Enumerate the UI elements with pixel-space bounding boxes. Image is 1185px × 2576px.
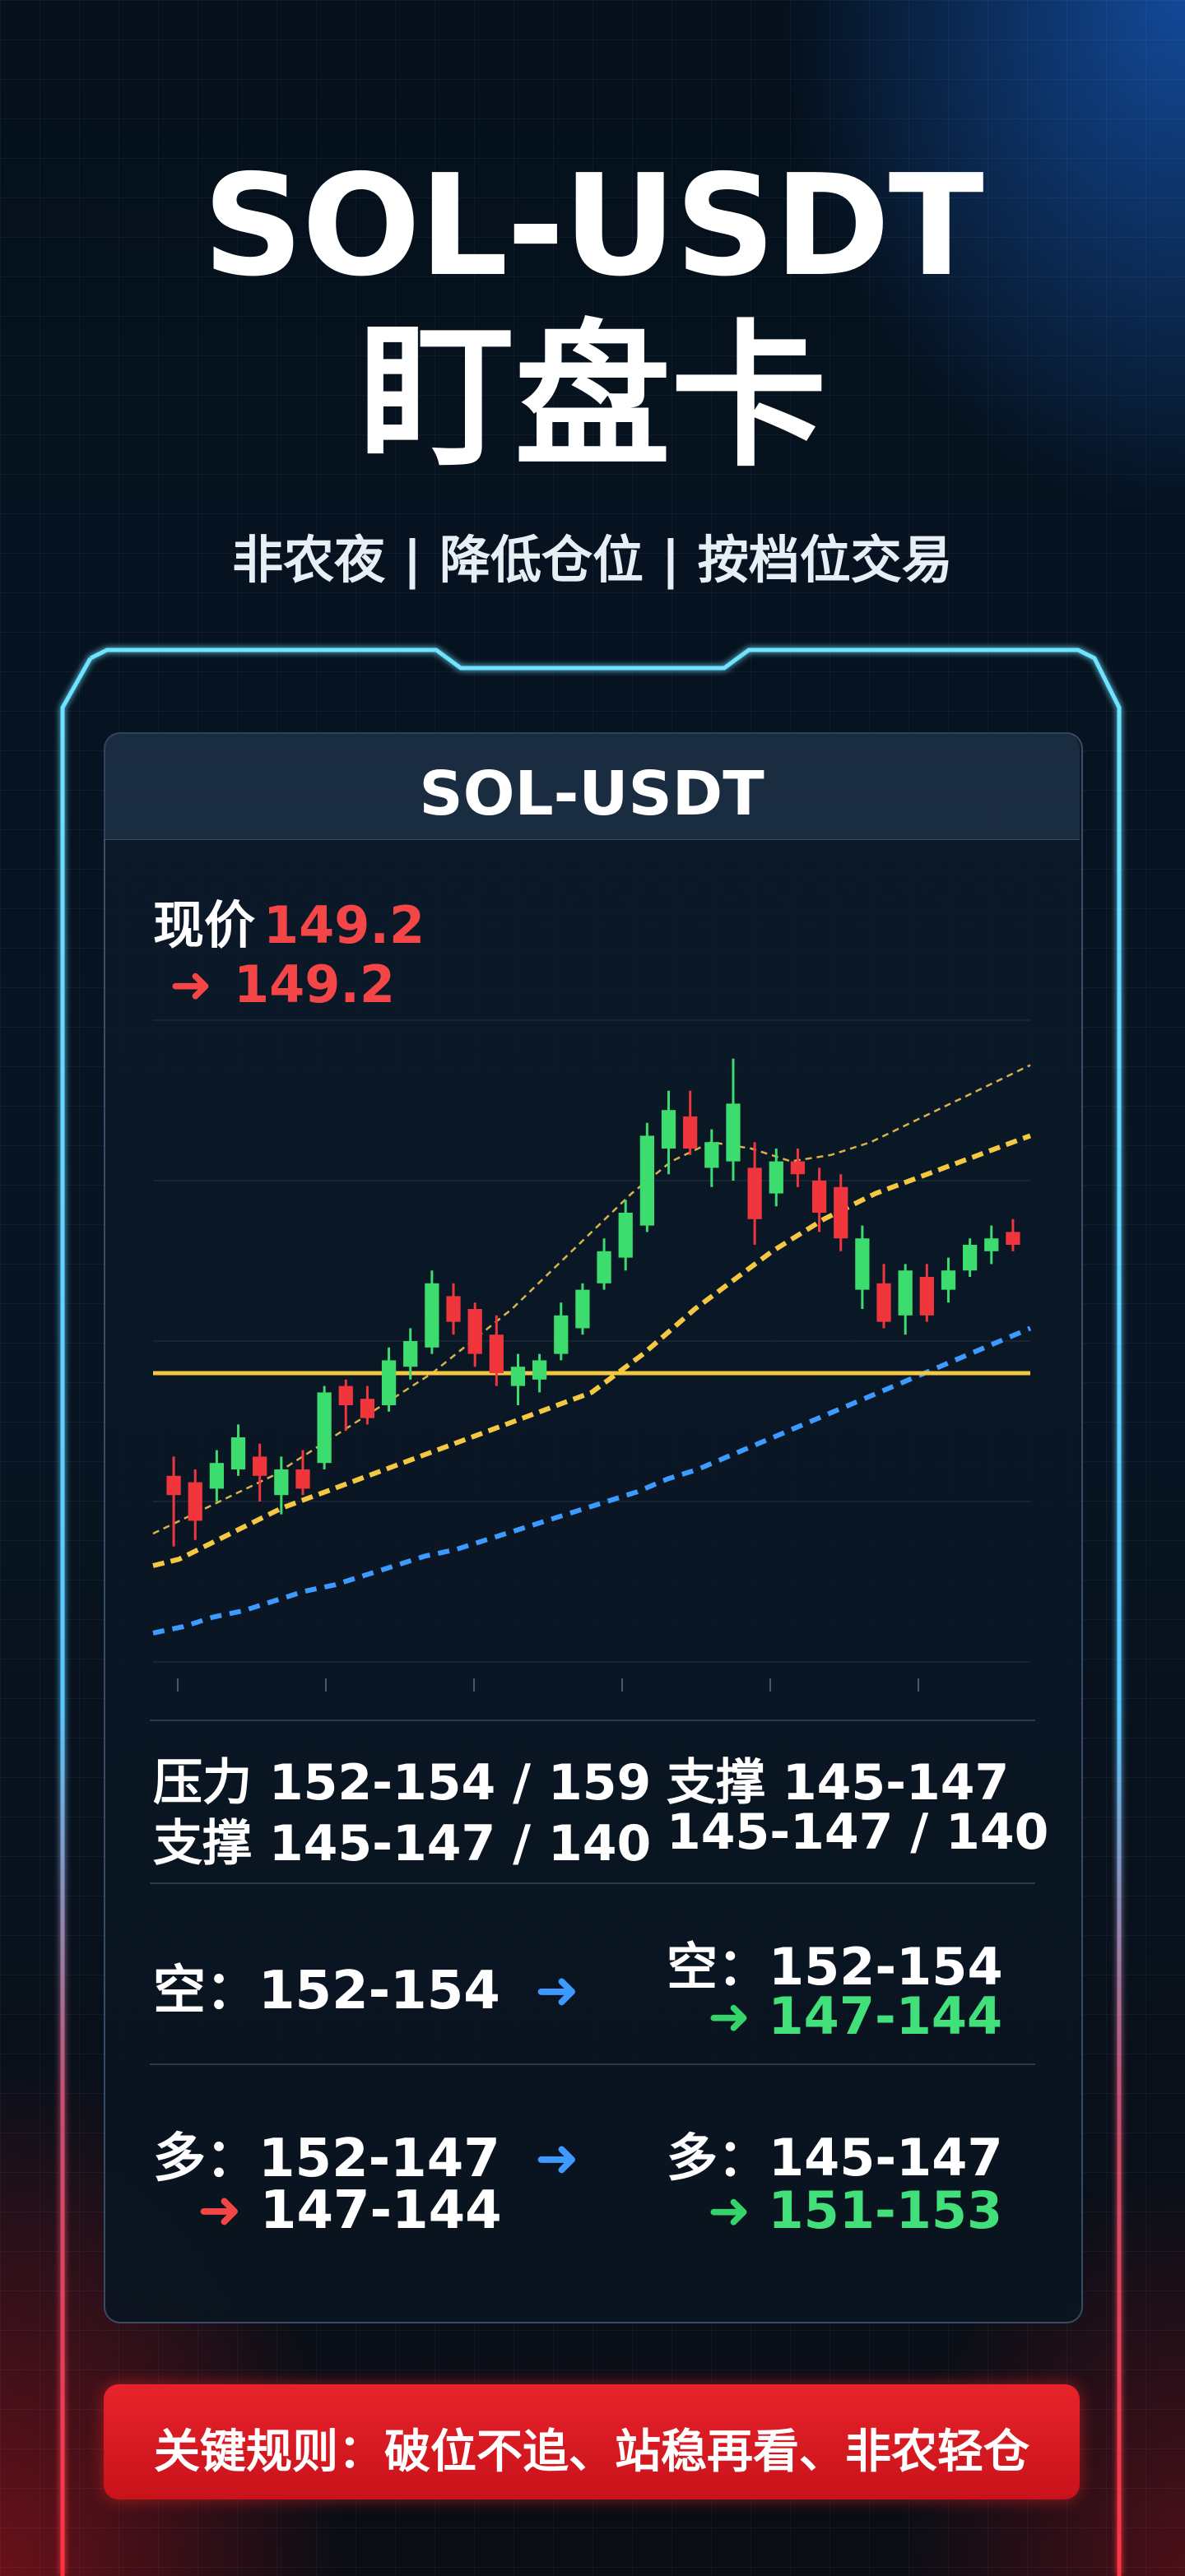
short-left-range: 152-154	[258, 1961, 500, 2021]
candle-body	[295, 1469, 310, 1489]
candle-body	[467, 1309, 482, 1354]
candle-body	[597, 1251, 611, 1283]
divider	[150, 2063, 1035, 2065]
long-right-label: 多：	[667, 2128, 769, 2188]
candle-body	[338, 1385, 353, 1405]
divider	[150, 1720, 1035, 1721]
long-left-target-row: ➜ 147-144	[198, 2180, 502, 2241]
candle-body	[253, 1456, 267, 1476]
arrow-right-icon: ➜	[198, 2180, 242, 2241]
candle-body	[618, 1213, 633, 1258]
divider	[150, 1882, 1035, 1884]
candle-body	[984, 1238, 999, 1251]
arrow-right-icon: ➜	[535, 1961, 579, 2021]
short-right-target: 147-144	[768, 1986, 1003, 2046]
candle-body	[790, 1161, 806, 1175]
candle-body	[726, 1103, 741, 1162]
short-right-target-row: ➜ 147-144	[708, 1986, 1002, 2046]
candle-body	[855, 1238, 870, 1290]
candle-body	[639, 1135, 655, 1226]
candle-body	[811, 1181, 827, 1213]
candle-body	[554, 1315, 569, 1354]
short-left-label: 空：	[153, 1961, 258, 2021]
candle-body	[425, 1283, 439, 1348]
candle-body	[230, 1437, 246, 1469]
arrow-right-icon: ➜	[708, 2180, 750, 2240]
arrow-right-icon: ➜	[535, 2128, 579, 2189]
long-right-target-row: ➜ 151-153	[708, 2180, 1002, 2240]
right-support-2: 145-147 / 140	[667, 1803, 1049, 1861]
candle-body	[834, 1186, 848, 1239]
left-support: 支撑 145-147 / 140	[153, 1815, 652, 1873]
candle-body	[898, 1270, 913, 1316]
candle-body	[274, 1469, 289, 1496]
candle-body	[683, 1116, 698, 1149]
candle-body	[876, 1283, 891, 1322]
long-left-target: 147-144	[259, 2180, 502, 2241]
candle-body	[166, 1475, 181, 1496]
candle-body	[446, 1296, 461, 1322]
candle-body	[317, 1392, 332, 1464]
short-left: 空：152-154 ➜	[153, 1948, 579, 2024]
candle-body	[704, 1142, 719, 1168]
candle-body	[919, 1277, 934, 1316]
candle-body	[403, 1341, 418, 1367]
candle-body	[769, 1161, 783, 1194]
arrow-right-icon: ➜	[708, 1986, 750, 2046]
candle-body	[575, 1289, 590, 1329]
candle-body	[381, 1360, 397, 1405]
candle-body	[489, 1334, 504, 1373]
candle-body	[188, 1482, 202, 1521]
candle-body	[532, 1360, 547, 1380]
candle-body	[510, 1367, 526, 1386]
long-right-range: 145-147	[769, 2128, 1003, 2188]
long-right-target: 151-153	[768, 2180, 1003, 2240]
candle-body	[747, 1167, 762, 1219]
candle-body	[661, 1110, 676, 1149]
key-rule-text: 关键规则：破位不追、站稳再看、非农轻仓	[154, 2425, 1029, 2479]
candle-body	[962, 1245, 978, 1271]
candle-body	[360, 1399, 375, 1418]
candle-body	[209, 1463, 225, 1489]
candle-body	[1006, 1232, 1020, 1245]
candle-body	[941, 1270, 956, 1290]
long-right: 多：145-147	[667, 2116, 1003, 2190]
